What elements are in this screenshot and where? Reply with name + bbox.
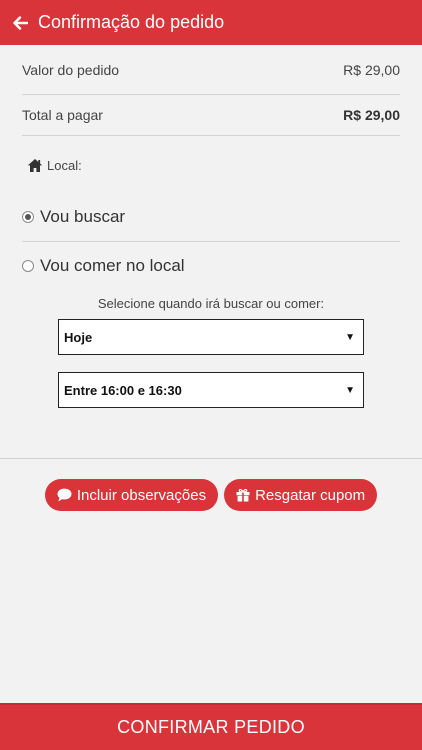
order-value: R$ 29,00 [343, 61, 400, 78]
total-label: Total a pagar [22, 107, 103, 123]
day-select-value: Hoje [64, 329, 93, 345]
section-divider [0, 458, 422, 459]
option-dine-in-label: Vou comer no local [40, 256, 185, 275]
order-value-label: Valor do pedido [22, 61, 120, 78]
home-icon [27, 158, 43, 172]
arrow-left-icon [13, 15, 28, 30]
gift-icon [236, 489, 250, 502]
caret-down-icon: ▼ [345, 384, 355, 396]
coupon-button-label: Resgatar cupom [255, 486, 366, 504]
radio-dine-in[interactable] [22, 260, 34, 272]
notes-button-label: Incluir observações [76, 486, 207, 504]
radio-pickup[interactable] [22, 210, 34, 223]
notes-button[interactable]: Incluir observações [44, 479, 219, 511]
confirm-order-button[interactable]: CONFIRMAR PEDIDO [0, 703, 422, 750]
day-select[interactable]: Hoje ▼ [58, 319, 364, 355]
local-label: Local: [47, 157, 82, 173]
option-pickup-label: Vou buscar [40, 206, 126, 226]
comment-icon [57, 488, 72, 502]
coupon-button[interactable]: Resgatar cupom [224, 479, 378, 511]
page-title: Confirmação do pedido [38, 12, 225, 32]
option-dine-in[interactable]: Vou comer no local [22, 242, 400, 290]
total-row: Total a pagar R$ 29,00 [22, 95, 400, 135]
time-select-value: Entre 16:00 e 16:30 [64, 382, 182, 398]
action-buttons: Incluir observações Resgatar cupom [0, 479, 422, 511]
option-pickup[interactable]: Vou buscar [22, 192, 400, 242]
local-header: Local: [22, 136, 400, 192]
app-header: Confirmação do pedido [0, 0, 422, 45]
order-summary: Valor do pedido R$ 29,00 Total a pagar R… [0, 45, 422, 135]
caret-down-icon: ▼ [345, 331, 355, 343]
total-value: R$ 29,00 [343, 107, 400, 123]
order-value-row: Valor do pedido R$ 29,00 [22, 45, 400, 95]
confirm-order-label: CONFIRMAR PEDIDO [117, 717, 305, 737]
local-section: Local: Vou buscar Vou comer no local [22, 135, 400, 290]
time-select[interactable]: Entre 16:00 e 16:30 ▼ [58, 372, 364, 408]
schedule-prompt: Selecione quando irá buscar ou comer: [97, 296, 325, 311]
back-button[interactable] [10, 13, 30, 33]
